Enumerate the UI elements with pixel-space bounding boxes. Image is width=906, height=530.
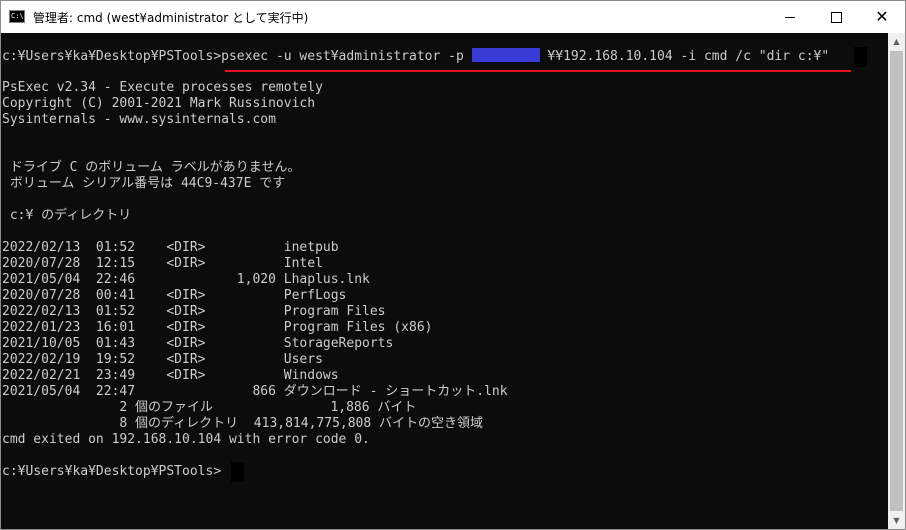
- cmd-icon[interactable]: C:\: [9, 10, 25, 23]
- exit-line: cmd exited on 192.168.10.104 with error …: [2, 432, 370, 447]
- dir-entry: 2021/10/05 01:43 <DIR> StorageReports: [2, 336, 394, 351]
- minimize-icon: [785, 16, 795, 18]
- dir-entry: 2020/07/28 00:41 <DIR> PerfLogs: [2, 288, 347, 303]
- window-title: 管理者: cmd (west¥administrator として実行中): [33, 11, 309, 25]
- scroll-down-icon[interactable]: ▼: [888, 512, 905, 529]
- close-button[interactable]: ✕: [859, 1, 905, 33]
- console-output[interactable]: c:¥Users¥ka¥Desktop¥PSTools>psexec -u we…: [1, 33, 888, 529]
- dir-entry: 2022/02/13 01:52 <DIR> inetpub: [2, 240, 339, 255]
- command-text-2: ¥¥192.168.10.104 -i cmd /c "dir c:¥": [539, 49, 830, 64]
- vertical-scrollbar[interactable]: ▲ ▼: [888, 33, 905, 529]
- dir-entry: 2021/05/04 22:46 1,020 Lhaplus.lnk: [2, 272, 370, 287]
- dir-entry: 2022/02/13 01:52 <DIR> Program Files: [2, 304, 386, 319]
- title-bar[interactable]: C:\ 管理者: cmd (west¥administrator として実行中)…: [1, 1, 905, 33]
- dir-entry: 2021/05/04 22:47 866 ダウンロード - ショートカット.ln…: [2, 384, 508, 399]
- dir-entry: 2022/02/21 23:49 <DIR> Windows: [2, 368, 339, 383]
- summary-line: 2 個のファイル 1,886 バイト: [2, 400, 417, 415]
- dir-entry: 2020/07/28 12:15 <DIR> Intel: [2, 256, 323, 271]
- prompt: c:¥Users¥ka¥Desktop¥PSTools>: [2, 49, 222, 64]
- dir-entry: 2022/01/23 16:01 <DIR> Program Files (x8…: [2, 320, 433, 335]
- maximize-icon: [830, 11, 842, 23]
- prompt: c:¥Users¥ka¥Desktop¥PSTools>: [2, 464, 222, 479]
- scrollbar-thumb[interactable]: [890, 51, 903, 511]
- close-icon: ✕: [875, 7, 889, 26]
- scroll-up-icon[interactable]: ▲: [888, 33, 905, 50]
- output-line: c:¥ のディレクトリ: [2, 208, 132, 223]
- output-line: ドライブ C のボリューム ラベルがありません。: [2, 160, 301, 175]
- cmd-window: C:\ 管理者: cmd (west¥administrator として実行中)…: [0, 0, 906, 530]
- command-text-1: psexec -u west¥administrator -p: [221, 49, 472, 64]
- dir-entry: 2022/02/19 19:52 <DIR> Users: [2, 352, 323, 367]
- output-line: Copyright (C) 2001-2021 Mark Russinovich: [2, 96, 316, 111]
- minimize-button[interactable]: [767, 1, 813, 33]
- maximize-button[interactable]: [813, 1, 859, 33]
- command-line: c:¥Users¥ka¥Desktop¥PSTools>psexec -u we…: [2, 48, 829, 64]
- output-line: PsExec v2.34 - Execute processes remotel…: [2, 80, 323, 95]
- command-underline: [225, 70, 851, 72]
- cursor-block: [854, 47, 867, 67]
- redacted-password: [471, 48, 540, 62]
- cursor-block: [231, 462, 244, 482]
- summary-line: 8 個のディレクトリ 413,814,775,808 バイトの空き領域: [2, 416, 484, 431]
- output-line: ボリューム シリアル番号は 44C9-437E です: [2, 176, 286, 191]
- output-line: Sysinternals - www.sysinternals.com: [2, 112, 276, 127]
